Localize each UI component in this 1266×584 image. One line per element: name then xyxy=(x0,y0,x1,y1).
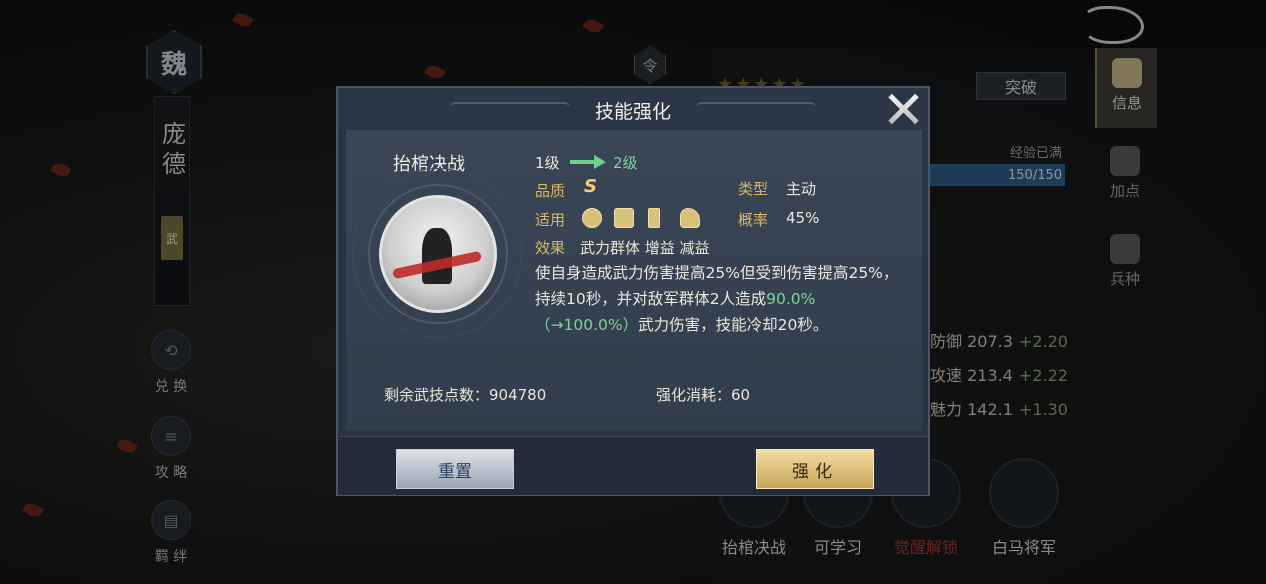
shield-icon xyxy=(582,208,602,228)
effect-label: 效果 xyxy=(535,239,566,257)
level-from: 1级 xyxy=(535,154,560,172)
chance-label: 概率 xyxy=(738,211,769,229)
skill-description: 使自身造成武力伤害提高25%但受到伤害提高25%，持续10秒，并对敌军群体2人造… xyxy=(535,264,899,334)
bow-icon xyxy=(614,208,634,228)
quality-label: 品质 xyxy=(535,182,566,200)
quality-value: S xyxy=(584,176,597,197)
reset-button[interactable]: 重置 xyxy=(396,449,514,489)
close-icon[interactable] xyxy=(884,90,922,128)
dialog-header: 技能强化 xyxy=(338,88,928,131)
type-label: 类型 xyxy=(738,180,769,198)
dialog-footer: 重置 强化 xyxy=(338,436,928,495)
skill-portrait-icon xyxy=(379,195,497,313)
upgrade-button[interactable]: 强化 xyxy=(756,449,874,489)
chance-value: 45% xyxy=(786,209,820,227)
applicable-label: 适用 xyxy=(535,211,566,229)
upgrade-cost: 强化消耗：60 xyxy=(656,386,751,404)
skill-upgrade-dialog: 技能强化 抬棺决战 1级 2级 品质 S 类型 主动 适用 概率 45% 效果 … xyxy=(336,86,930,496)
spear-icon xyxy=(648,208,660,228)
remaining-points: 剩余武技点数：904780 xyxy=(384,386,547,404)
arrow-right-icon xyxy=(570,155,606,169)
effect-value: 武力群体 增益 减益 xyxy=(580,239,710,257)
level-to: 2级 xyxy=(613,154,638,172)
dialog-title: 技能强化 xyxy=(594,101,671,123)
skill-icon-frame xyxy=(352,168,522,338)
type-value: 主动 xyxy=(786,180,817,198)
